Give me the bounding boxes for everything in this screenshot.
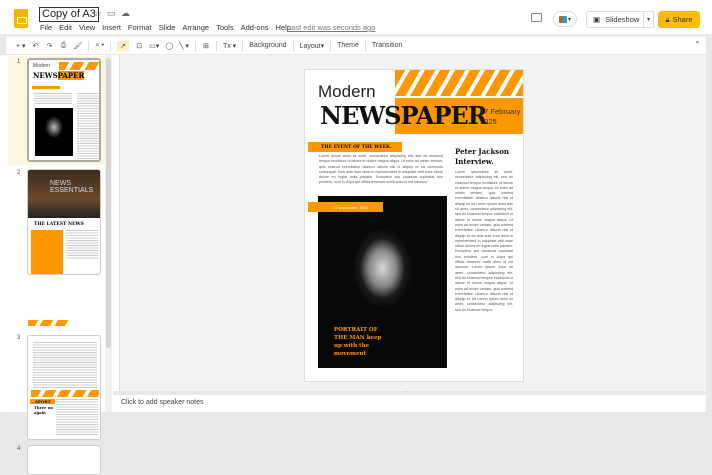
- event-text: Lorem ipsum dolor sit amet, consectetur …: [319, 154, 443, 185]
- share-button[interactable]: 🔒︎ Share: [658, 11, 700, 28]
- thumb-photo: [35, 108, 73, 156]
- divider: [194, 40, 196, 51]
- slide-thumbnail-1[interactable]: Modern NEWSPAPER: [27, 58, 101, 162]
- toolbar: + ▾ ↶ ↷ ⎙ 🖌︎ ⌕ ▾ ➚ ⊡ ▭▾ ◯ ╲ ▾ ⊞ Tx ▾ Bac…: [6, 36, 706, 54]
- vertical-ruler: [113, 55, 120, 391]
- stripes: [59, 62, 99, 70]
- interview-text: Lorem ipsumdolor sit amet, consectetur a…: [455, 170, 513, 312]
- modern-heading: Modern: [318, 82, 376, 101]
- paint-format-icon[interactable]: 🖌︎: [74, 42, 83, 50]
- menu-arrange[interactable]: Arrange: [182, 23, 209, 32]
- slide[interactable]: Modern NEWSPAPER 17 February 2025 THE EV…: [304, 69, 524, 382]
- date-text: 17 February 2025: [480, 107, 521, 126]
- slide-number: 3: [17, 335, 21, 341]
- thumb-title: Three on again: [34, 405, 54, 415]
- slide-thumbnail-2[interactable]: NEWS ESSENTIALS THE LATEST NEWS: [27, 169, 101, 275]
- divider: [88, 40, 90, 51]
- divider: [292, 40, 294, 51]
- thumb-news: NEWSPAPER: [33, 71, 85, 80]
- thumb-text: [56, 399, 98, 435]
- filmstrip-scroll-thumb[interactable]: [106, 58, 111, 348]
- menu-addons[interactable]: Add-ons: [241, 23, 269, 32]
- menu-format[interactable]: Format: [128, 23, 152, 32]
- paper-text: PAPER: [400, 101, 488, 130]
- header-stripes: [395, 70, 523, 96]
- thumb-orange-block: [31, 230, 63, 274]
- background-button[interactable]: Background: [249, 42, 286, 49]
- portrait-caption: PORTRAIT OF THE MAN keep up with the mov…: [334, 327, 382, 357]
- theme-button[interactable]: Theme: [337, 42, 359, 49]
- news-text: NEWS: [320, 101, 402, 130]
- slide-thumbnail-3[interactable]: SPORT Three on again: [27, 335, 101, 440]
- divider: [110, 40, 112, 51]
- slides-logo-icon[interactable]: [14, 9, 28, 28]
- thumb-text: [34, 93, 72, 105]
- slide-number: 1: [17, 59, 21, 65]
- divider: [242, 40, 244, 51]
- slideshow-label: Slideshow: [605, 15, 640, 24]
- thumb-modern: Modern: [33, 63, 50, 69]
- thumb-sport: SPORT: [30, 399, 55, 404]
- divider: [330, 40, 332, 51]
- thumb-stripes: [28, 320, 70, 326]
- menu-insert[interactable]: Insert: [102, 23, 121, 32]
- move-folder-icon[interactable]: ▭: [107, 8, 116, 19]
- redo-icon[interactable]: ↷: [46, 42, 54, 50]
- zoom-icon[interactable]: ⌕ ▾: [95, 42, 104, 50]
- event-label: THE EVENT OF THE WEEK.: [308, 142, 402, 152]
- speaker-notes-input[interactable]: Click to add speaker notes: [113, 395, 706, 412]
- text-box-icon[interactable]: ⊡: [135, 42, 143, 50]
- last-edit-link[interactable]: Last edit was seconds ago: [287, 23, 375, 32]
- shape-icon[interactable]: ◯: [165, 42, 173, 50]
- slide-number: 4: [17, 446, 21, 452]
- line-icon[interactable]: ╲ ▾: [179, 42, 189, 50]
- slideshow-button[interactable]: ▣ Slideshow: [586, 11, 644, 28]
- star-icon[interactable]: ☆: [94, 8, 102, 19]
- print-icon[interactable]: ⎙: [60, 42, 68, 50]
- slideshow-icon: ▣: [593, 15, 601, 24]
- thumb-bar: [32, 86, 60, 89]
- cloud-status-icon[interactable]: ☁: [121, 8, 130, 19]
- collapse-chevron-icon[interactable]: ⌃: [694, 40, 701, 49]
- layout-button[interactable]: Layout▾: [300, 42, 325, 50]
- meet-button[interactable]: ▾: [553, 11, 577, 27]
- menu-slide[interactable]: Slide: [159, 23, 176, 32]
- share-label: Share: [672, 15, 693, 24]
- filmstrip: 1 Modern NEWSPAPER 2 NEWS ESSENTIALS THE…: [0, 55, 113, 475]
- thumb-title: THE LATEST NEWS: [34, 222, 84, 227]
- new-slide-icon[interactable]: + ▾: [16, 42, 26, 50]
- menu-edit[interactable]: Edit: [59, 23, 72, 32]
- thumb-stripes: [31, 390, 99, 397]
- document-title-input[interactable]: Copy of A3: [39, 7, 99, 22]
- interview-title: Peter Jackson Interview.: [455, 147, 510, 166]
- thumb-photo: NEWS ESSENTIALS: [28, 170, 100, 218]
- menu-tools[interactable]: Tools: [216, 23, 234, 32]
- meet-icon: [558, 15, 567, 23]
- thumb-text: [66, 230, 98, 260]
- lock-icon: 🔒︎: [665, 14, 670, 24]
- divider: [215, 40, 217, 51]
- newspaper-heading: NEWSPAPER: [320, 101, 488, 130]
- chevron-down-icon: ▾: [567, 16, 571, 23]
- slide-number: 2: [17, 170, 21, 176]
- thumb-text: [33, 342, 97, 388]
- comment-icon[interactable]: ⊞: [202, 42, 210, 50]
- menu-file[interactable]: File: [40, 23, 52, 32]
- menu-bar: File Edit View Insert Format Slide Arran…: [40, 23, 291, 32]
- divider: [364, 40, 366, 51]
- comment-history-icon[interactable]: [531, 13, 542, 22]
- slide-thumbnail-4[interactable]: [27, 445, 101, 475]
- slideshow-dropdown[interactable]: ▾: [644, 11, 654, 28]
- clear-format-icon[interactable]: Tx ▾: [223, 42, 236, 50]
- transition-button[interactable]: Transition: [372, 42, 402, 49]
- photo-date-label: 17 september, 2011: [308, 202, 383, 212]
- thumb-text: [77, 93, 99, 160]
- layout-label: Layout: [299, 42, 321, 50]
- image-icon[interactable]: ▭▾: [149, 42, 159, 50]
- select-tool-icon[interactable]: ➚: [117, 40, 130, 51]
- menu-view[interactable]: View: [79, 23, 95, 32]
- undo-icon[interactable]: ↶: [32, 42, 40, 50]
